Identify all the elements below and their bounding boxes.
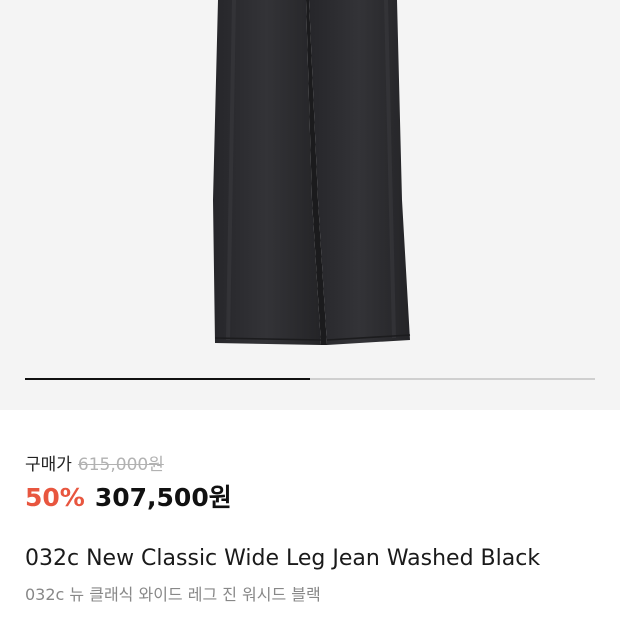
sale-price-row: 50% 307,500원 xyxy=(25,478,232,514)
product-image[interactable] xyxy=(0,0,620,410)
price-label: 구매가 xyxy=(25,455,72,475)
gallery-progress-fill xyxy=(25,378,310,380)
original-price: 615,000원 xyxy=(77,455,164,475)
discount-rate: 50% xyxy=(25,483,85,512)
product-name-english: 032c New Classic Wide Leg Jean Washed Bl… xyxy=(25,546,541,571)
sale-price: 307,500원 xyxy=(94,483,232,512)
gallery-progress-track xyxy=(25,378,595,380)
product-image-area[interactable] xyxy=(0,0,620,410)
product-name-korean: 032c 뉴 클래식 와이드 레그 진 워시드 블랙 xyxy=(25,585,321,604)
price-label-row: 구매가 615,000원 xyxy=(25,450,164,475)
cut-off-content xyxy=(25,612,145,620)
